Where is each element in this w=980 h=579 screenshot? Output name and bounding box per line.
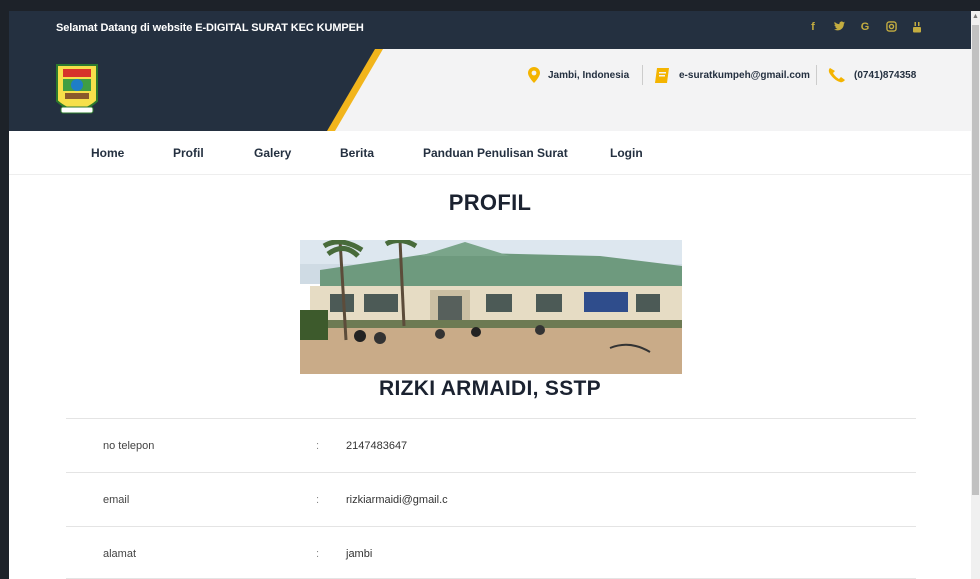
welcome-text: Selamat Datang di website E-DIGITAL SURA… bbox=[56, 22, 364, 34]
office-photo bbox=[300, 240, 682, 374]
instagram-icon[interactable] bbox=[885, 21, 897, 36]
nav-panduan-penulisan-surat[interactable]: Panduan Penulisan Surat bbox=[423, 146, 568, 160]
map-pin-icon bbox=[528, 67, 540, 83]
scroll-up-icon[interactable]: ▲ bbox=[972, 13, 979, 20]
google-icon[interactable]: G bbox=[859, 21, 871, 36]
phone-icon bbox=[828, 68, 845, 83]
nav-galery[interactable]: Galery bbox=[254, 146, 291, 160]
row-colon: : bbox=[316, 548, 320, 560]
email-text[interactable]: e-suratkumpeh@gmail.com bbox=[679, 70, 810, 81]
nav-profil[interactable]: Profil bbox=[173, 146, 204, 160]
site-header: Jambi, Indonesia e-suratkumpeh@gmail.com… bbox=[9, 49, 971, 131]
row-label: no telepon bbox=[103, 440, 155, 452]
notebook-icon bbox=[655, 68, 669, 83]
main-navigation: Home Profil Galery Berita Panduan Penuli… bbox=[9, 131, 971, 175]
profile-section: PROFIL RIZKI ARMAIDI, SSTP no telepon: … bbox=[9, 176, 971, 579]
header-separator bbox=[642, 65, 643, 85]
page-title: PROFIL bbox=[448, 190, 532, 215]
top-bar: Selamat Datang di website E-DIGITAL SURA… bbox=[9, 11, 971, 49]
row-label: alamat bbox=[103, 548, 137, 560]
nav-berita[interactable]: Berita bbox=[340, 146, 374, 160]
location-text: Jambi, Indonesia bbox=[548, 69, 630, 81]
nav-home[interactable]: Home bbox=[91, 146, 124, 160]
twitter-icon[interactable] bbox=[833, 21, 845, 36]
kabupaten-logo[interactable] bbox=[53, 61, 101, 119]
vertical-scrollbar[interactable]: ▲ bbox=[971, 11, 980, 579]
row-value: 2147483647 bbox=[346, 440, 408, 452]
phone-text[interactable]: (0741)874358 bbox=[854, 70, 916, 81]
row-colon: : bbox=[316, 440, 320, 452]
info-row-phone: no telepon : 2147483647 bbox=[66, 419, 916, 473]
row-label: email bbox=[103, 494, 130, 506]
row-colon: : bbox=[316, 494, 320, 506]
info-row-email: email : rizkiarmaidi@gmail.c bbox=[66, 473, 916, 527]
email-info: e-suratkumpeh@gmail.com bbox=[654, 67, 810, 84]
social-links: f G bbox=[807, 21, 923, 36]
nav-login[interactable]: Login bbox=[610, 146, 643, 160]
info-row-address: alamat : jambi bbox=[66, 527, 916, 579]
facebook-icon[interactable]: f bbox=[807, 21, 819, 36]
profile-name: RIZKI ARMAIDI, SSTP bbox=[379, 377, 601, 400]
browser-page: Selamat Datang di website E-DIGITAL SURA… bbox=[9, 11, 971, 579]
location-info: Jambi, Indonesia bbox=[528, 67, 629, 83]
row-value: jambi bbox=[346, 548, 373, 560]
header-navy-shape bbox=[9, 49, 383, 131]
header-separator bbox=[816, 65, 817, 85]
scrollbar-thumb[interactable] bbox=[972, 25, 979, 495]
row-value: rizkiarmaidi@gmail.c bbox=[346, 494, 448, 506]
youtube-icon[interactable] bbox=[911, 21, 923, 36]
phone-info: (0741)874358 bbox=[828, 67, 916, 83]
